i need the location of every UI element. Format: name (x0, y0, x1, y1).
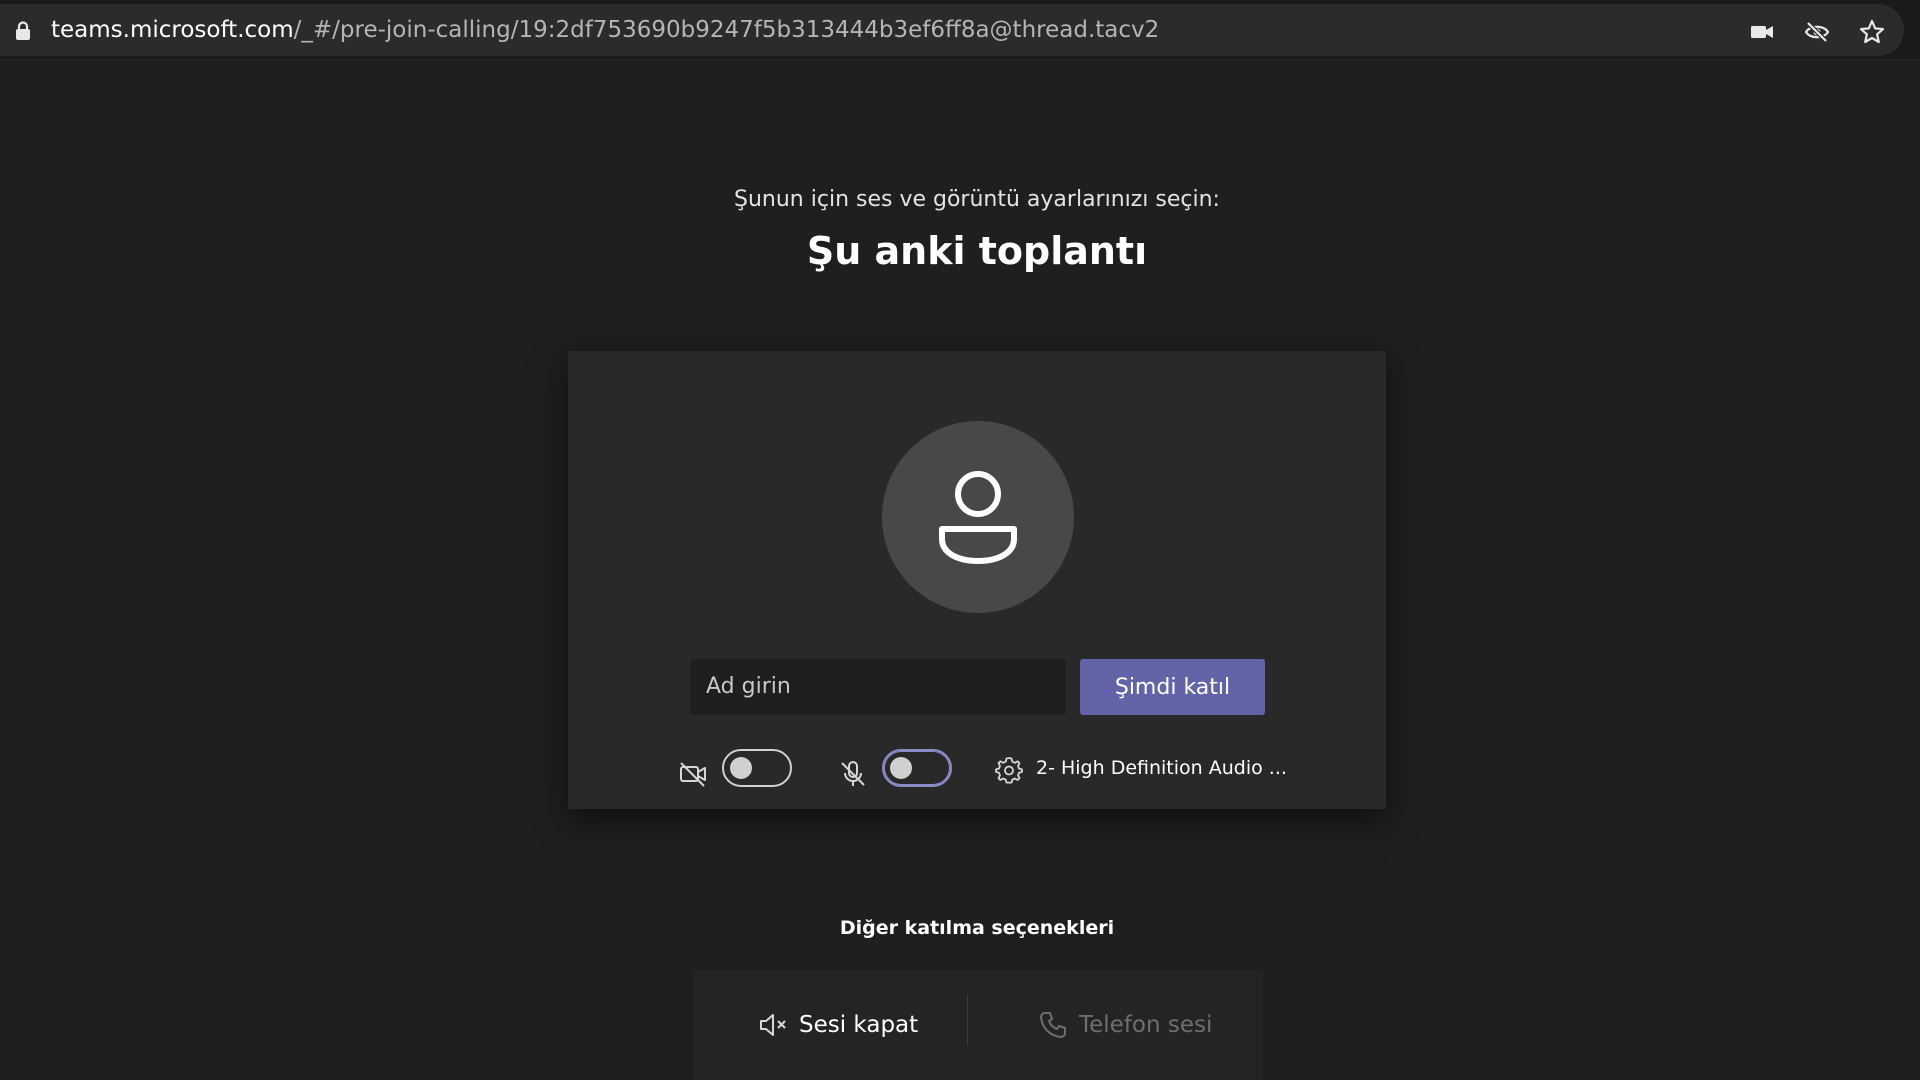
star-icon[interactable] (1858, 18, 1886, 46)
settings-prompt: Şunun için ses ve görüntü ayarlarınızı s… (734, 187, 1220, 212)
speaker-mute-icon (760, 1014, 786, 1036)
other-join-options-title: Diğer katılma seçenekleri (839, 917, 1115, 939)
camera-off-icon (678, 759, 708, 789)
gear-icon[interactable] (994, 755, 1024, 785)
name-input[interactable] (690, 659, 1066, 715)
camera-toggle-knob (730, 757, 752, 779)
join-now-button[interactable]: Şimdi katıl (1080, 659, 1265, 715)
mute-audio-label: Sesi kapat (799, 1012, 919, 1038)
audio-device-label[interactable]: 2- High Definition Audio ... (1036, 757, 1287, 779)
camera-toggle[interactable] (722, 749, 792, 787)
address-bar[interactable]: teams.microsoft.com/_#/pre-join-calling/… (0, 4, 1904, 56)
camera-icon[interactable] (1748, 18, 1776, 46)
mic-off-icon (838, 759, 868, 789)
options-divider (967, 994, 968, 1046)
avatar (882, 421, 1074, 613)
mic-toggle[interactable] (882, 749, 952, 787)
lock-icon[interactable] (14, 21, 32, 41)
phone-icon (1040, 1012, 1066, 1038)
meeting-title: Şu anki toplantı (806, 229, 1148, 273)
browser-toolbar: teams.microsoft.com/_#/pre-join-calling/… (0, 0, 1920, 60)
phone-audio-option[interactable]: Telefon sesi (1037, 970, 1212, 1080)
url-host: teams.microsoft.com (51, 17, 294, 43)
mic-toggle-knob (890, 757, 912, 779)
eye-slash-icon[interactable] (1803, 18, 1831, 46)
url-text[interactable]: teams.microsoft.com/_#/pre-join-calling/… (51, 17, 1159, 43)
person-icon (939, 471, 1017, 564)
other-join-options: Sesi kapat Telefon sesi (693, 970, 1263, 1080)
phone-audio-label: Telefon sesi (1079, 1012, 1213, 1038)
mute-audio-option[interactable]: Sesi kapat (757, 970, 918, 1080)
prejoin-card: Şimdi katıl 2- High Definition Audio ... (568, 351, 1386, 809)
url-path: /_#/pre-join-calling/19:2df753690b9247f5… (293, 17, 1160, 43)
